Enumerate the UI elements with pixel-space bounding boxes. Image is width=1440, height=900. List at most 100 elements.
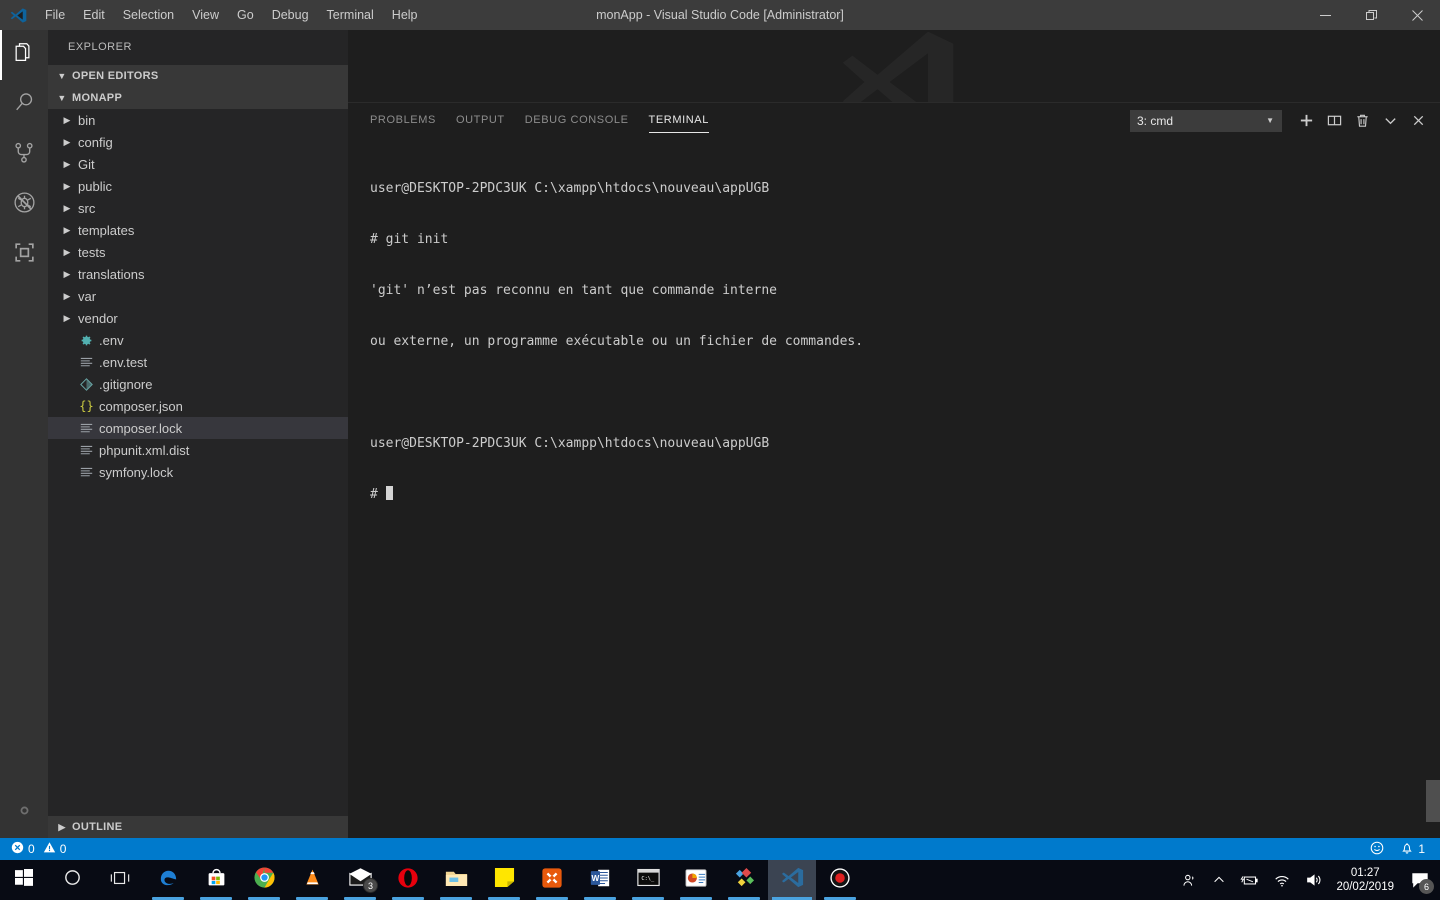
menu-debug[interactable]: Debug [263, 0, 318, 30]
new-terminal-button[interactable] [1292, 103, 1320, 138]
taskbar-visual-studio-code[interactable] [768, 860, 816, 900]
tree-item-label: .gitignore [99, 376, 153, 392]
menu-edit[interactable]: Edit [74, 0, 114, 30]
tree-item-tests[interactable]: ▶ tests [48, 241, 348, 263]
tree-item-label: bin [78, 112, 96, 128]
tree-item-label: composer.json [99, 398, 183, 414]
tree-item-git[interactable]: ▶ Git [48, 153, 348, 175]
tree-item-vendor[interactable]: ▶ vendor [48, 307, 348, 329]
close-panel-button[interactable] [1404, 103, 1432, 138]
explorer-sidebar: EXPLORER ▼ OPEN EDITORS ▼ MONAPP ▶ bin ▶… [48, 30, 348, 838]
menu-selection[interactable]: Selection [114, 0, 183, 30]
taskbar-edge[interactable] [144, 860, 192, 900]
outline-section-header[interactable]: ▶ OUTLINE [48, 816, 348, 838]
maximize-button[interactable] [1348, 0, 1394, 30]
tree-item-config[interactable]: ▶ config [48, 131, 348, 153]
sidebar-item-search[interactable] [0, 80, 48, 130]
battery-icon[interactable] [1233, 860, 1266, 900]
taskbar-mail[interactable]: 3 [336, 860, 384, 900]
clock-date: 20/02/2019 [1336, 881, 1394, 893]
taskbar-screen-recorder[interactable] [816, 860, 864, 900]
menu-file[interactable]: File [36, 0, 74, 30]
search-icon [12, 90, 37, 120]
terminal-prompt-line: # [370, 486, 1440, 503]
vscode-logo-icon [0, 0, 36, 30]
action-center-button[interactable]: 6 [1404, 860, 1436, 900]
panel-scrollbar[interactable] [1426, 780, 1440, 822]
people-icon[interactable] [1174, 860, 1205, 900]
tree-item-gitignore[interactable]: .gitignore [48, 373, 348, 395]
chevron-up-icon[interactable] [1205, 860, 1233, 900]
wifi-icon[interactable] [1266, 860, 1298, 900]
taskbar-microsoft-store[interactable] [192, 860, 240, 900]
tree-item-var[interactable]: ▶ var [48, 285, 348, 307]
tree-item-bin[interactable]: ▶ bin [48, 109, 348, 131]
terminal-selector-dropdown[interactable]: 3: cmd ▼ [1130, 109, 1282, 132]
taskbar-powerpoint[interactable] [672, 860, 720, 900]
store-icon [206, 867, 227, 893]
taskbar-vlc[interactable] [288, 860, 336, 900]
notifications-button[interactable]: 1 [1397, 838, 1428, 860]
lines-file-icon [78, 466, 95, 479]
menu-terminal[interactable]: Terminal [318, 0, 383, 30]
tree-item-env[interactable]: .env [48, 329, 348, 351]
chevron-right-icon: ▶ [63, 202, 71, 213]
speaker-icon[interactable] [1298, 860, 1330, 900]
taskbar-chrome[interactable] [240, 860, 288, 900]
cortana-search-button[interactable] [48, 860, 96, 900]
menu-view[interactable]: View [183, 0, 228, 30]
tree-item-symfony-lock[interactable]: symfony.lock [48, 461, 348, 483]
split-terminal-button[interactable] [1320, 103, 1348, 138]
tab-debug-console[interactable]: DEBUG CONSOLE [515, 103, 639, 138]
file-tree: ▶ bin ▶ config ▶ Git ▶ public ▶ src ▶ te… [48, 109, 348, 816]
tree-item-phpunit-xml-dist[interactable]: phpunit.xml.dist [48, 439, 348, 461]
tree-item-src[interactable]: ▶ src [48, 197, 348, 219]
minimize-button[interactable] [1302, 0, 1348, 30]
tab-output[interactable]: OUTPUT [446, 103, 515, 138]
sidebar-item-debug[interactable] [0, 180, 48, 230]
terminal-output[interactable]: user@DESKTOP-2PDC3UK C:\xampp\htdocs\nou… [348, 138, 1440, 838]
taskbar-file-explorer[interactable] [432, 860, 480, 900]
status-problems[interactable]: 0 0 [8, 838, 69, 860]
tree-item-composer-json[interactable]: {} composer.json [48, 395, 348, 417]
sticky-note-icon [494, 867, 515, 893]
project-section-header[interactable]: ▼ MONAPP [48, 87, 348, 109]
manage-settings-button[interactable] [0, 788, 48, 838]
activity-bar [0, 30, 48, 838]
xampp-icon [541, 867, 563, 894]
folder-icon [445, 868, 468, 893]
tree-item-env-test[interactable]: .env.test [48, 351, 348, 373]
feedback-button[interactable] [1367, 838, 1387, 860]
menu-go[interactable]: Go [228, 0, 263, 30]
taskbar-word[interactable]: W [576, 860, 624, 900]
menu-help[interactable]: Help [383, 0, 427, 30]
taskbar-sticky-notes[interactable] [480, 860, 528, 900]
sidebar-item-explorer[interactable] [0, 30, 48, 80]
taskbar-opera[interactable] [384, 860, 432, 900]
sidebar-item-extensions[interactable] [0, 230, 48, 280]
tab-problems[interactable]: PROBLEMS [360, 103, 446, 138]
close-button[interactable] [1394, 0, 1440, 30]
task-view-icon [110, 869, 130, 892]
tree-item-translations[interactable]: ▶ translations [48, 263, 348, 285]
taskbar-clock[interactable]: 01:27 20/02/2019 [1330, 866, 1404, 894]
kill-terminal-button[interactable] [1348, 103, 1376, 138]
project-label: MONAPP [72, 92, 123, 104]
taskbar-paint-3d[interactable] [720, 860, 768, 900]
start-button[interactable] [0, 860, 48, 900]
open-editors-section-header[interactable]: ▼ OPEN EDITORS [48, 65, 348, 87]
terminal-line: 'git' n’est pas reconnu en tant que comm… [370, 283, 777, 298]
tree-item-public[interactable]: ▶ public [48, 175, 348, 197]
taskbar-xampp[interactable] [528, 860, 576, 900]
tab-terminal[interactable]: TERMINAL [639, 103, 719, 138]
svg-text:C:\_: C:\_ [641, 876, 655, 882]
cmd-icon: C:\_ [636, 868, 660, 892]
tree-item-composer-lock[interactable]: composer.lock [48, 417, 348, 439]
taskbar-command-prompt[interactable]: C:\_ [624, 860, 672, 900]
status-bar-left: 0 0 [0, 838, 69, 860]
debug-disabled-icon [12, 190, 37, 220]
tree-item-templates[interactable]: ▶ templates [48, 219, 348, 241]
task-view-button[interactable] [96, 860, 144, 900]
maximize-panel-button[interactable] [1376, 103, 1404, 138]
sidebar-item-source-control[interactable] [0, 130, 48, 180]
